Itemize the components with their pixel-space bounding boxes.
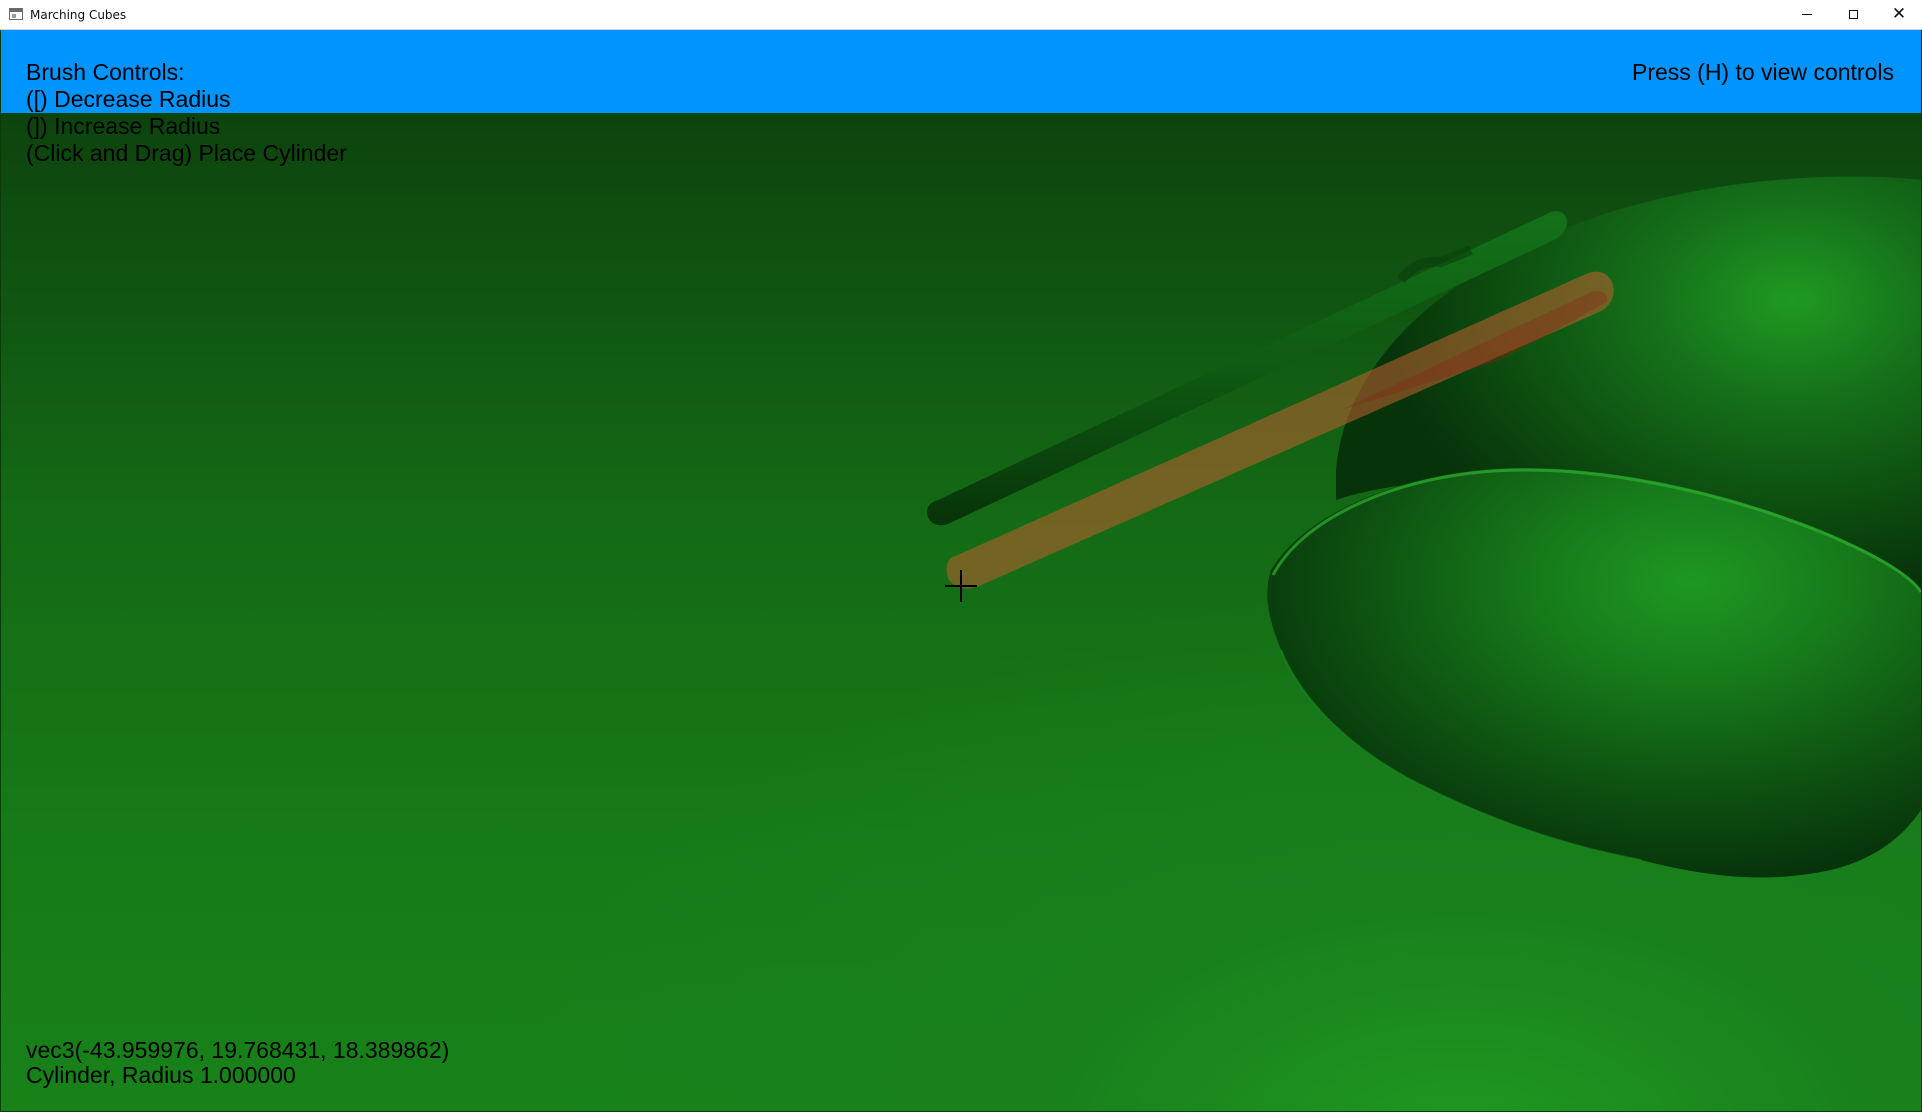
minimize-button[interactable] [1784,0,1830,29]
title-bar[interactable]: Marching Cubes ✕ [0,0,1922,30]
close-button[interactable]: ✕ [1876,0,1922,29]
help-hint: Press (H) to view controls [1631,59,1894,85]
close-icon: ✕ [1891,4,1907,24]
control-increase-radius: (]) Increase Radius [26,113,221,139]
window-title: Marching Cubes [30,8,127,22]
app-window-icon [9,8,23,20]
control-decrease-radius: ([) Decrease Radius [26,86,231,112]
minimize-icon [1802,14,1812,15]
brush-readout: Cylinder, Radius 1.000000 [26,1062,296,1088]
position-readout: vec3(-43.959976, 19.768431, 18.389862) [26,1037,450,1063]
control-place-cylinder: (Click and Drag) Place Cylinder [26,140,347,166]
crosshair-cursor-icon [945,570,977,602]
brush-controls-title: Brush Controls: [26,59,185,85]
maximize-icon [1848,10,1858,19]
maximize-button[interactable] [1830,0,1876,29]
3d-viewport[interactable]: Brush Controls: ([) Decrease Radius (]) … [1,30,1921,1111]
app-window: Marching Cubes ✕ Brush Controls: ([) Dec… [0,0,1922,1112]
